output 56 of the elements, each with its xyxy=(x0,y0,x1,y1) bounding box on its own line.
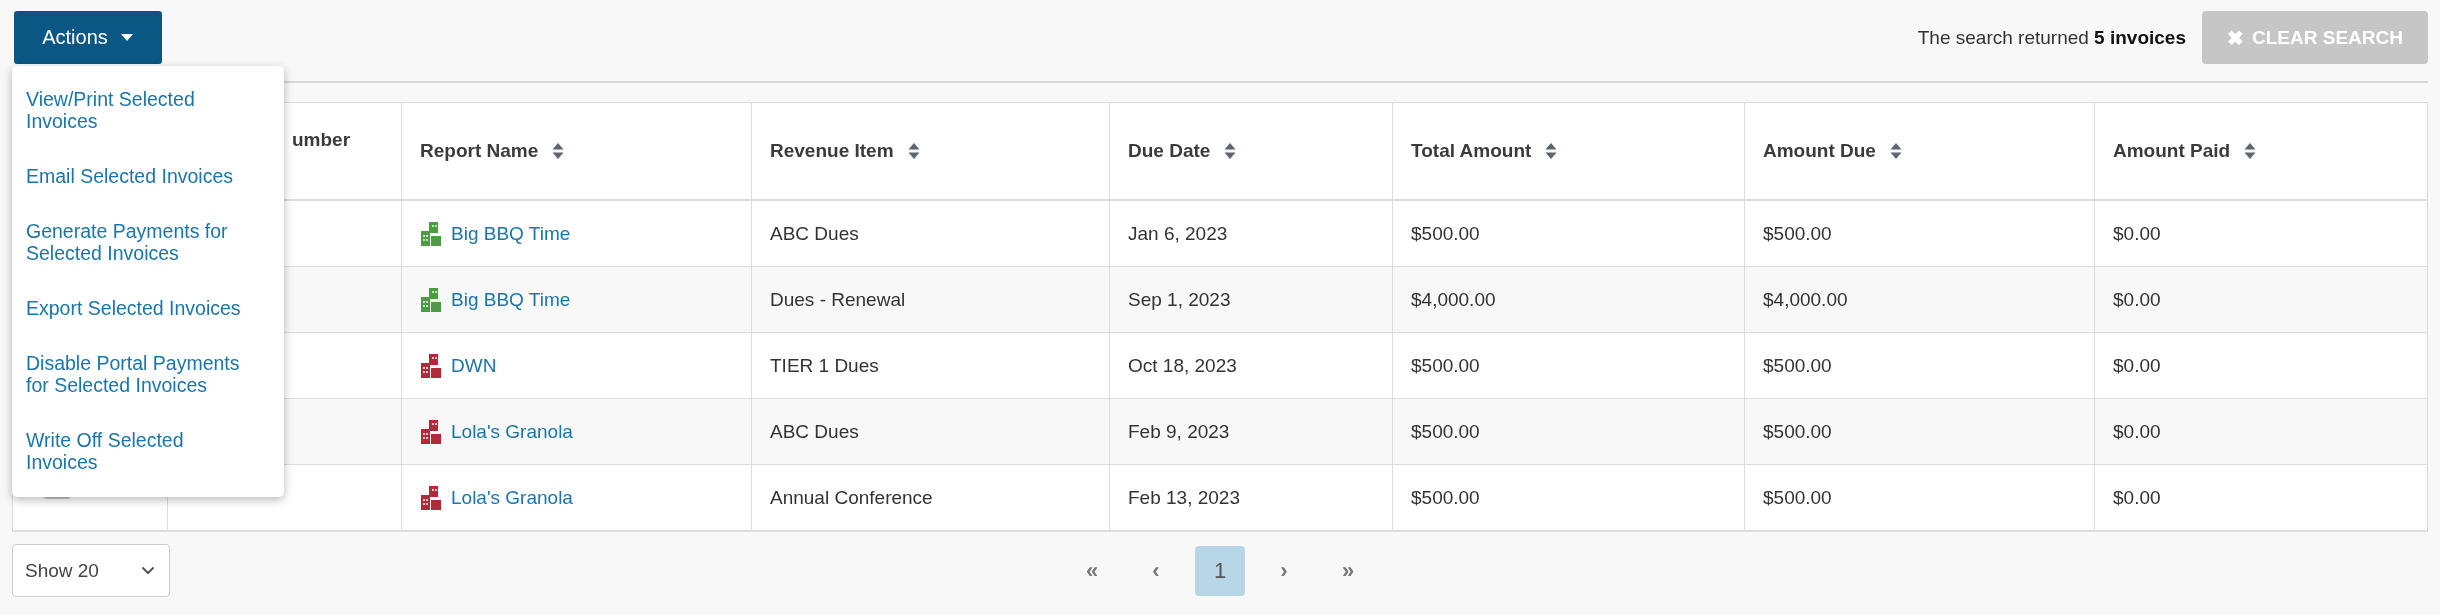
page-button[interactable]: « xyxy=(1067,545,1117,596)
sort-icon xyxy=(1545,142,1558,160)
table-cell-text: $0.00 xyxy=(2112,485,2162,510)
table-cell: $500.00 xyxy=(1393,465,1745,530)
page-button[interactable]: ‹ xyxy=(1131,545,1181,596)
table-cell: ABC Dues xyxy=(752,201,1110,266)
actions-button[interactable]: Actions xyxy=(14,11,162,64)
sort-icon xyxy=(552,142,565,160)
table-cell: TIER 1 Dues xyxy=(752,333,1110,398)
table-cell: Dues - Renewal xyxy=(752,267,1110,332)
column-header[interactable]: Total Amount xyxy=(1393,103,1745,199)
menu-item[interactable]: Generate Payments for Selected Invoices xyxy=(26,220,258,264)
table-cell: Feb 13, 2023 xyxy=(1110,465,1393,530)
column-header[interactable]: Revenue Item xyxy=(752,103,1110,199)
search-summary: The search returned 5 invoices xyxy=(1917,26,2186,49)
report-link[interactable]: Big BBQ Time xyxy=(451,288,571,311)
sort-icon xyxy=(1224,142,1237,160)
table-cell: $4,000.00 xyxy=(1745,267,2095,332)
table-cell-text: $0.00 xyxy=(2112,287,2162,312)
page-button[interactable]: » xyxy=(1323,545,1373,596)
sort-icon xyxy=(2244,142,2257,160)
table-cell: $500.00 xyxy=(1393,333,1745,398)
column-header[interactable]: Amount Paid xyxy=(2095,103,2427,199)
column-header[interactable]: Amount Due xyxy=(1745,103,2095,199)
table-cell: Sep 1, 2023 xyxy=(1110,267,1393,332)
menu-item[interactable]: Write Off Selected Invoices xyxy=(26,429,258,473)
table-cell: Feb 9, 2023 xyxy=(1110,399,1393,464)
table-cell: $500.00 xyxy=(1393,201,1745,266)
sort-icon xyxy=(907,142,920,160)
page-button[interactable]: › xyxy=(1259,545,1309,596)
report-link[interactable]: DWN xyxy=(451,354,497,377)
table-cell-text: $0.00 xyxy=(2112,419,2162,444)
table-cell-text: $0.00 xyxy=(2112,353,2162,378)
chevron-down-icon xyxy=(141,566,155,575)
page-button[interactable]: 1 xyxy=(1195,545,1245,596)
report-link[interactable]: Lola's Granola xyxy=(451,420,573,443)
table-cell: $500.00 xyxy=(1745,333,2095,398)
table-cell: $500.00 xyxy=(1745,465,2095,530)
table-cell: $500.00 xyxy=(1745,201,2095,266)
sort-icon xyxy=(1889,142,1902,160)
table-cell: $500.00 xyxy=(1393,399,1745,464)
caret-icon xyxy=(119,33,134,42)
report-link[interactable]: Big BBQ Time xyxy=(451,222,571,245)
report-link[interactable]: Lola's Granola xyxy=(451,486,573,509)
table-cell: $4,000.00 xyxy=(1393,267,1745,332)
column-header[interactable]: Report Name xyxy=(402,103,752,199)
table-cell: Jan 6, 2023 xyxy=(1110,201,1393,266)
table-cell: $500.00 xyxy=(1745,399,2095,464)
table-cell-text: $0.00 xyxy=(2112,221,2162,246)
page-size-select[interactable]: Show 20 xyxy=(12,544,170,597)
table-cell: Oct 18, 2023 xyxy=(1110,333,1393,398)
menu-item[interactable]: Disable Portal Payments for Selected Invoices xyxy=(26,352,258,396)
menu-item[interactable]: Export Selected Invoices xyxy=(26,297,258,319)
column-header[interactable]: Due Date xyxy=(1110,103,1393,199)
table-cell: ABC Dues xyxy=(752,399,1110,464)
table-cell: Annual Conference xyxy=(752,465,1110,530)
